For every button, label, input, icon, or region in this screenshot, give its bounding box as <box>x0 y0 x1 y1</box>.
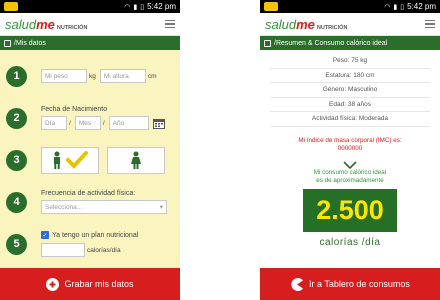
brand-logo[interactable]: salud me NUTRICIÓN <box>5 17 87 32</box>
phone-resumen: ◠ ▮ ▯ 5:42 pm salud me NUTRICIÓN /Resume… <box>260 0 440 300</box>
battery-icon: ▯ <box>400 3 405 11</box>
step-number: 2 <box>6 107 27 129</box>
calendar-icon[interactable] <box>152 118 165 129</box>
user-icon <box>264 39 271 47</box>
status-icons: ◠ ▮ ▯ <box>384 3 404 11</box>
save-icon <box>46 277 60 291</box>
female-icon <box>131 151 141 169</box>
plan-label: Ya tengo un plan nutricional <box>52 231 139 239</box>
tablero-button-label: Ir a Tablero de consumos <box>309 279 410 289</box>
wifi-icon: ◠ <box>124 3 131 11</box>
resumen-edad: Edad: 38 años <box>270 98 430 112</box>
plan-checkbox[interactable]: ✓ <box>41 231 49 239</box>
calorias-unit: calorías/día <box>87 246 121 254</box>
altura-input[interactable]: Mi altura <box>99 69 146 83</box>
consumo-line-2: es de aproximadamente <box>316 176 384 184</box>
logo-me: me <box>36 16 55 32</box>
page-title: /Mis datos <box>14 39 46 47</box>
chevron-down-icon <box>260 160 440 169</box>
logo-nutricion: NUTRICIÓN <box>56 24 88 31</box>
step-row-plan: 5 ✓ Ya tengo un plan nutricional caloría… <box>6 223 174 265</box>
logo-salud: salud <box>265 16 297 32</box>
step-row-fecha: 2 Fecha de Nacimiento Día / Mes / Año <box>6 97 174 139</box>
logo-me: me <box>296 16 315 32</box>
female-option[interactable] <box>107 146 165 174</box>
step-row-actividad: 4 Frecuencia de actividad física: Selecc… <box>6 181 174 223</box>
date-separator: / <box>102 119 105 127</box>
imc-value: 0000000 <box>337 144 363 152</box>
step-number: 1 <box>6 65 27 87</box>
consumo-text: Mi consumo calórico ideal es de aproxima… <box>260 169 440 185</box>
phone-mis-datos: ◠ ▮ ▯ 5:42 pm salud me NUTRICIÓN /Mis da… <box>0 0 180 300</box>
actividad-label: Frecuencia de actividad física: <box>41 190 136 197</box>
signal-icon: ▮ <box>133 3 138 11</box>
page-title: /Resumen & Consumo calórico ideal <box>274 39 388 47</box>
resumen-peso: Peso: 75 kg <box>270 54 430 69</box>
section-title-bar: /Mis datos <box>0 36 180 50</box>
resumen-genero: Género: Masculino <box>270 83 430 98</box>
pacman-icon <box>291 277 304 291</box>
signal-icon: ▮ <box>393 3 398 11</box>
status-bar: ◠ ▮ ▯ 5:42 pm <box>0 0 180 13</box>
step-number: 5 <box>6 233 27 255</box>
step-number: 4 <box>6 191 27 213</box>
resumen-estatura: Estatura: 180 cm <box>270 69 430 83</box>
status-time: 5:42 pm <box>407 2 436 11</box>
hamburger-menu-icon[interactable] <box>165 19 175 29</box>
logo-salud: salud <box>5 16 37 32</box>
dia-input[interactable]: Día <box>41 116 67 130</box>
app-header: salud me NUTRICIÓN <box>0 13 180 36</box>
resumen-actividad: Actividad física: Moderada <box>270 112 430 127</box>
screenshot-stage: ◠ ▮ ▯ 5:42 pm salud me NUTRICIÓN /Mis da… <box>0 0 440 300</box>
ir-tablero-button[interactable]: Ir a Tablero de consumos <box>260 268 440 300</box>
actividad-select[interactable]: Selecciona... ▾ <box>41 200 167 214</box>
status-bar: ◠ ▮ ▯ 5:42 pm <box>260 0 440 13</box>
imc-text: Mi índice de masa corporal (IMC) es: 000… <box>260 137 440 153</box>
resumen-list: Peso: 75 kg Estatura: 180 cm Género: Mas… <box>260 50 440 127</box>
datos-form: 1 Mi peso kg Mi altura cm 2 Fecha de Nac… <box>0 50 180 270</box>
app-header: salud me NUTRICIÓN <box>260 13 440 36</box>
peso-unit: kg <box>89 72 96 80</box>
notification-app-icon <box>4 2 18 11</box>
calorias-input[interactable] <box>41 243 85 257</box>
checkmark-icon <box>66 151 88 169</box>
calorias-value-box: 2.500 <box>303 188 397 232</box>
grabar-datos-button[interactable]: Grabar mis datos <box>0 268 180 300</box>
user-icon <box>4 39 11 47</box>
status-time: 5:42 pm <box>147 2 176 11</box>
battery-icon: ▯ <box>140 3 145 11</box>
male-option[interactable] <box>41 146 99 174</box>
altura-unit: cm <box>147 72 157 80</box>
logo-nutricion: NUTRICIÓN <box>316 24 348 31</box>
brand-logo[interactable]: salud me NUTRICIÓN <box>265 17 347 32</box>
notification-app-icon <box>264 2 278 11</box>
mes-input[interactable]: Mes <box>74 116 101 130</box>
chevron-down-icon: ▾ <box>159 204 163 211</box>
section-title-bar: /Resumen & Consumo calórico ideal <box>260 36 440 50</box>
male-icon <box>54 151 60 169</box>
calorias-unit-label: calorías /día <box>319 236 381 248</box>
consumo-line-1: Mi consumo calórico ideal <box>313 168 387 176</box>
peso-input[interactable]: Mi peso <box>41 69 87 83</box>
grabar-button-label: Grabar mis datos <box>64 279 134 289</box>
date-separator: / <box>69 119 71 127</box>
hamburger-menu-icon[interactable] <box>425 19 435 29</box>
step-number: 3 <box>6 149 27 171</box>
fecha-label: Fecha de Nacimiento <box>41 106 108 113</box>
actividad-selected-value: Selecciona... <box>45 203 83 211</box>
step-row-genero: 3 <box>6 139 174 181</box>
status-icons: ◠ ▮ ▯ <box>124 3 144 11</box>
imc-label: Mi índice de masa corporal (IMC) es: <box>298 136 402 144</box>
wifi-icon: ◠ <box>384 3 391 11</box>
anio-input[interactable]: Año <box>108 116 149 130</box>
step-row-peso-altura: 1 Mi peso kg Mi altura cm <box>6 55 174 97</box>
